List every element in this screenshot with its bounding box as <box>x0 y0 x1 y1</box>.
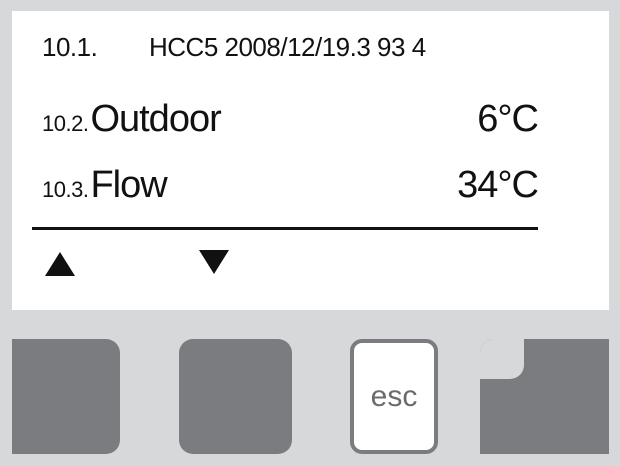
esc-button-label: esc <box>370 379 418 413</box>
outdoor-temperature-value: 6°C <box>477 98 539 140</box>
down-button[interactable] <box>179 339 292 454</box>
menu-row-number: 10.1. <box>42 32 98 62</box>
menu-row-number: 10.2. <box>42 111 89 136</box>
flow-label: Flow <box>90 164 167 206</box>
menu-row-10-2[interactable]: 10.2. Outdoor 6°C <box>42 98 539 141</box>
menu-row-10-3[interactable]: 10.3. Flow 34°C <box>42 164 539 207</box>
menu-row-10-1[interactable]: 10.1. HCC5 2008/12/19.3 93 4 <box>42 32 538 63</box>
up-button[interactable] <box>12 339 120 454</box>
button-notch <box>480 339 524 379</box>
display-divider <box>32 227 538 230</box>
button-notch-fill <box>480 379 494 454</box>
esc-button[interactable]: esc <box>350 339 438 454</box>
flow-temperature-value: 34°C <box>457 164 539 206</box>
menu-row-number: 10.3. <box>42 177 89 202</box>
scroll-up-icon <box>45 252 75 276</box>
outdoor-label: Outdoor <box>90 98 221 140</box>
ok-button[interactable] <box>480 339 609 454</box>
controller-version-text: HCC5 2008/12/19.3 93 4 <box>149 32 426 62</box>
scroll-down-icon <box>199 250 229 274</box>
